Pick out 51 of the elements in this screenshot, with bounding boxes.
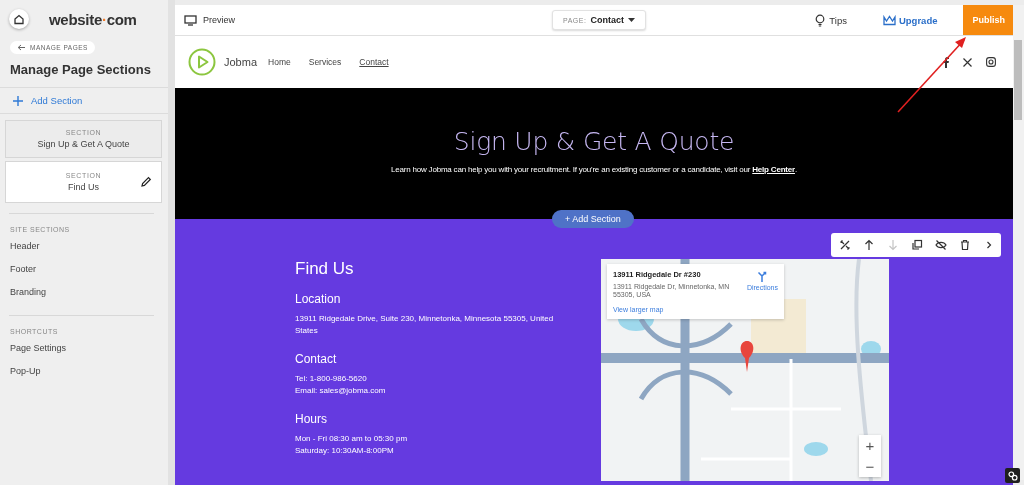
- info-text: Saturday: 10:30AM-8:00PM: [295, 445, 395, 457]
- help-center-link[interactable]: Help Center: [752, 165, 795, 174]
- caret-icon: [627, 18, 635, 22]
- sidebar-item[interactable]: Header: [0, 236, 168, 259]
- x-icon[interactable]: [963, 57, 972, 67]
- tools-icon[interactable]: [839, 239, 851, 251]
- hero-text: Learn how Jobma can help you with your recruitment. If you're an existing customer or a candidate, visit our Help Center.: [391, 165, 797, 174]
- site-logo-text: Jobma: [224, 56, 258, 68]
- eye-off-icon[interactable]: [935, 239, 947, 251]
- arrow-up-icon[interactable]: [863, 239, 875, 251]
- lightbulb-icon: [815, 13, 826, 27]
- find-us-title: Find Us: [295, 259, 355, 279]
- trash-icon[interactable]: [959, 239, 971, 251]
- home-icon: [13, 13, 25, 25]
- upgrade-button[interactable]: Upgrade: [876, 13, 944, 27]
- info-text: Tel: 1-800-986-5620: [295, 373, 368, 385]
- sidebar-item[interactable]: Page Settings: [0, 338, 168, 361]
- crown-icon: [882, 14, 896, 26]
- add-section-button[interactable]: Add Section: [0, 88, 96, 113]
- info-heading: Hours: [295, 412, 328, 426]
- preview-button[interactable]: Preview: [175, 14, 235, 26]
- pencil-icon[interactable]: [140, 176, 152, 188]
- sidebar-item[interactable]: Footer: [0, 259, 168, 282]
- info-text: 13911 Ridgedale Drive, Suite 230, Minnetonka, Minnesota 55305, United States: [295, 313, 555, 337]
- zoom-in-button[interactable]: +: [859, 435, 881, 456]
- zoom-out-button[interactable]: −: [859, 456, 881, 477]
- hero-title: Sign Up & Get A Quote: [453, 127, 735, 156]
- plus-icon: [13, 95, 23, 106]
- brand-logo: website·com: [49, 10, 137, 28]
- nav-link[interactable]: Contact: [359, 57, 389, 67]
- instagram-icon[interactable]: [986, 57, 996, 67]
- facebook-icon[interactable]: [943, 56, 949, 68]
- sidebar-item[interactable]: Pop-Up: [0, 361, 168, 384]
- info-text: Email: sales@jobma.com: [295, 385, 387, 397]
- play-logo-icon: [188, 48, 216, 76]
- sidebar-title: Manage Page Sections: [9, 61, 152, 79]
- home-button[interactable]: [9, 9, 29, 29]
- nav-link[interactable]: Home: [268, 57, 291, 67]
- tips-button[interactable]: Tips: [809, 12, 853, 28]
- add-section-button[interactable]: + Add Section: [552, 210, 634, 228]
- link-button[interactable]: [1005, 468, 1020, 483]
- info-text: Mon - Fri 08:30 am to 05:30 pm: [295, 433, 409, 445]
- monitor-icon: [184, 14, 197, 26]
- directions-icon: [757, 270, 768, 282]
- arrow-left-icon: [17, 44, 26, 51]
- copy-icon[interactable]: [911, 239, 923, 251]
- nav-link[interactable]: Services: [308, 57, 342, 67]
- sidebar-item[interactable]: Branding: [0, 282, 168, 305]
- info-heading: Location: [295, 292, 342, 306]
- scrollbar-thumb[interactable]: [1014, 40, 1022, 120]
- info-heading: Contact: [295, 352, 338, 366]
